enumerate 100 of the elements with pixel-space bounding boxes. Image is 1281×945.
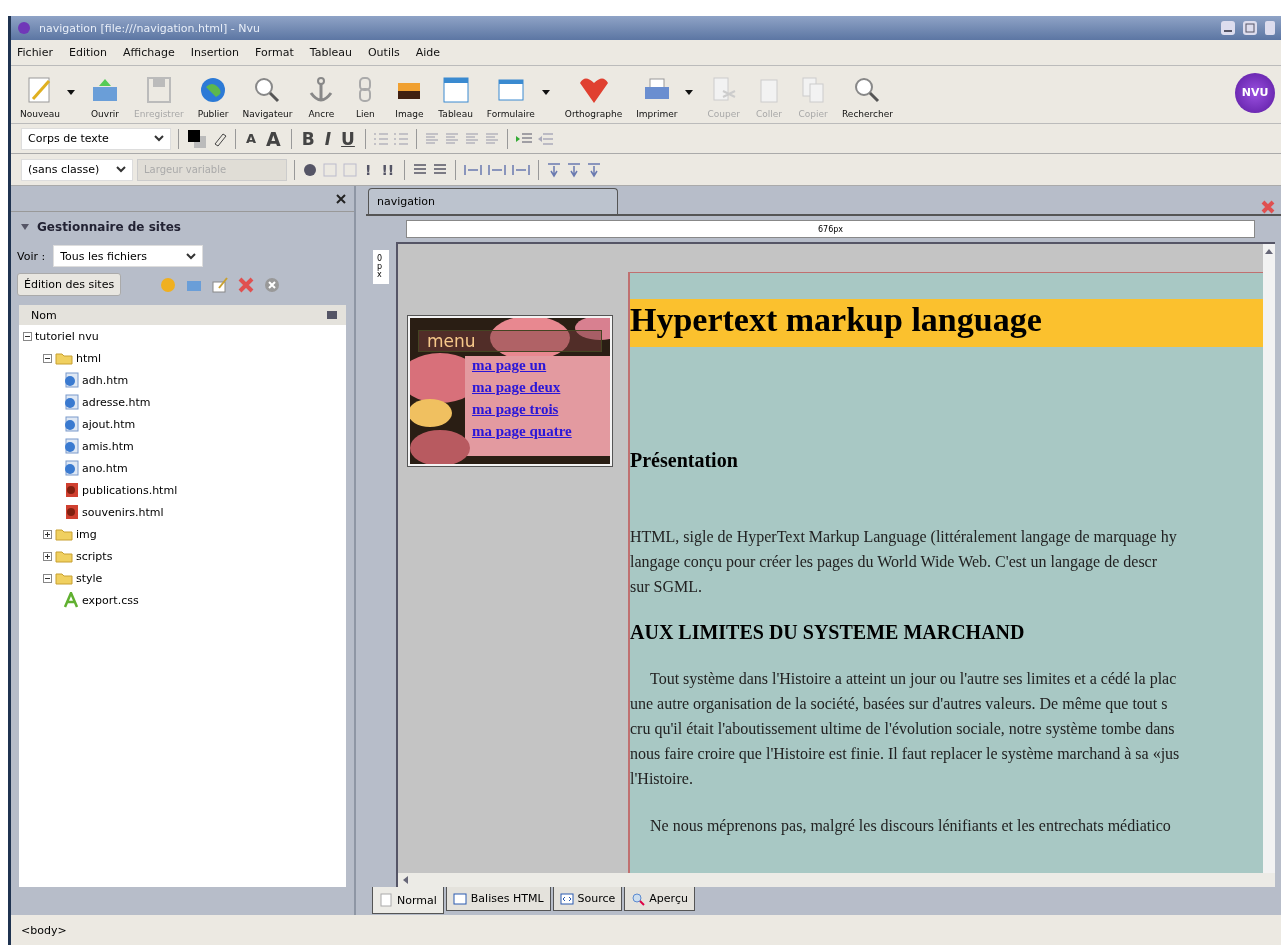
menu-item[interactable]: Edition bbox=[68, 46, 107, 59]
menu-item[interactable]: Fichier bbox=[17, 46, 53, 59]
indent-icon bbox=[514, 131, 533, 146]
view-select[interactable]: Tous les fichiers bbox=[53, 245, 204, 267]
web-page-icon bbox=[63, 460, 79, 476]
page-link[interactable]: ma page deux bbox=[418, 376, 602, 398]
text-line: sur SGML. bbox=[630, 577, 703, 597]
align-left-icon bbox=[423, 131, 440, 146]
line-height-icon bbox=[412, 162, 429, 177]
tree-item[interactable]: tutoriel nvu bbox=[35, 329, 99, 343]
text-line: l'Histoire. bbox=[630, 769, 694, 789]
web-page-icon bbox=[63, 416, 79, 432]
toolbar-button[interactable]: Tableau bbox=[431, 75, 480, 119]
important-button[interactable]: ! bbox=[362, 161, 375, 178]
tree-item[interactable]: souvenirs.html bbox=[82, 505, 164, 519]
tree-item[interactable]: html bbox=[76, 351, 102, 365]
tree-item[interactable]: img bbox=[76, 527, 97, 541]
page-link[interactable]: ma page trois bbox=[418, 398, 602, 420]
tree-item[interactable]: amis.htm bbox=[82, 439, 134, 453]
spacing-icon bbox=[511, 162, 532, 177]
code-icon bbox=[559, 891, 574, 906]
chevron-down-icon bbox=[154, 135, 164, 142]
table-cell-icon bbox=[452, 891, 467, 906]
view-mode-tab[interactable]: Balises HTML bbox=[445, 887, 551, 911]
tree-item[interactable]: adresse.htm bbox=[82, 395, 151, 409]
font-smaller-button[interactable]: A bbox=[243, 131, 260, 146]
page-icon bbox=[379, 893, 393, 907]
menu-item[interactable]: Insertion bbox=[190, 46, 239, 59]
menu-item[interactable]: Outils bbox=[367, 46, 400, 59]
toolbar-button[interactable]: Navigateur bbox=[235, 75, 300, 119]
view-mode-tab[interactable]: Normal bbox=[372, 887, 444, 914]
tree-item[interactable]: scripts bbox=[76, 549, 113, 563]
toolbar-button[interactable]: Orthographe bbox=[557, 75, 630, 119]
toolbar-button[interactable]: Rechercher bbox=[835, 75, 900, 119]
document-tab[interactable]: navigation bbox=[368, 188, 618, 214]
tree-item[interactable]: ano.htm bbox=[82, 461, 128, 475]
menu-item[interactable]: Aide bbox=[415, 46, 441, 59]
bold-button[interactable]: B bbox=[298, 128, 318, 149]
scroll-up-icon bbox=[1265, 248, 1273, 254]
web-page-icon bbox=[63, 394, 79, 410]
menu-item[interactable]: Affichage bbox=[123, 46, 175, 59]
spacing-icon bbox=[463, 162, 484, 177]
underline-button[interactable]: U bbox=[338, 128, 358, 149]
text-line: langage conçu pour créer les pages du World Wide Web. C'est un langage de descr bbox=[630, 552, 1159, 573]
stop-icon bbox=[263, 275, 282, 294]
table-icon bbox=[440, 75, 471, 105]
spacing-icon bbox=[487, 162, 508, 177]
expand-icon bbox=[43, 529, 52, 539]
align-middle-icon bbox=[566, 161, 583, 178]
justify-icon bbox=[483, 131, 500, 146]
page-link[interactable]: ma page quatre bbox=[418, 420, 602, 442]
tree-item[interactable]: export.css bbox=[82, 593, 139, 607]
folder-icon bbox=[55, 549, 73, 563]
text-line: HTML, sigle de HyperText Markup Language (littéralement langage de marquage hy bbox=[630, 527, 1178, 548]
panel-title: Gestionnaire de sites bbox=[37, 220, 181, 234]
text-line: Tout système dans l'Histoire a atteint un jour ou l'autre ses limites et a cédé la plac bbox=[649, 669, 1178, 690]
tree-item[interactable]: ajout.htm bbox=[82, 417, 136, 431]
view-mode-tab[interactable]: Aperçu bbox=[624, 887, 695, 911]
menu-item[interactable]: Tableau bbox=[309, 46, 352, 59]
toolbar-button[interactable]: Image bbox=[387, 75, 432, 119]
text-line: cru qu'il était l'aboutissement ultime de l'évolution sociale, notre système tombe dans bbox=[630, 719, 1176, 740]
tree-item[interactable]: publications.html bbox=[82, 483, 178, 497]
collapse-triangle-icon bbox=[21, 224, 29, 230]
folder-icon bbox=[55, 351, 73, 365]
tree-item[interactable]: style bbox=[76, 571, 103, 585]
text-line: nous faire croire que l'Histoire est finie. Il faut replacer le système marchand à sa «jus bbox=[630, 744, 1181, 765]
view-mode-tab[interactable]: Source bbox=[552, 887, 623, 911]
height-ruler: 0px bbox=[373, 250, 389, 284]
paragraph-style-select[interactable]: Corps de texte bbox=[21, 127, 171, 150]
nvu-logo: NVU bbox=[1235, 72, 1275, 113]
dropdown-caret-icon[interactable] bbox=[541, 90, 550, 95]
chevron-down-icon bbox=[186, 252, 197, 260]
page-link[interactable]: ma page un bbox=[418, 354, 602, 376]
toolbar-button[interactable]: Ouvrir bbox=[83, 75, 128, 119]
scroll-left-icon bbox=[402, 876, 408, 884]
class-select[interactable]: (sans classe) bbox=[21, 158, 133, 181]
tree-item[interactable]: adh.htm bbox=[82, 373, 129, 387]
align-bottom-icon bbox=[586, 161, 603, 178]
folder-icon bbox=[55, 571, 73, 585]
dropdown-caret-icon[interactable] bbox=[67, 90, 76, 95]
align-top-icon bbox=[546, 161, 563, 178]
important-button[interactable]: !! bbox=[378, 161, 398, 178]
web-page-icon bbox=[63, 504, 79, 520]
toolbar-button[interactable]: Nouveau bbox=[13, 75, 68, 119]
column-header[interactable]: Nom bbox=[31, 308, 57, 322]
toolbar-button[interactable]: Formulaire bbox=[479, 75, 542, 119]
font-larger-button[interactable]: A bbox=[263, 127, 284, 150]
toolbar-button[interactable]: Ancre bbox=[299, 75, 344, 119]
edit-sites-button[interactable]: Édition des sites bbox=[17, 273, 122, 296]
page-heading: Hypertext markup language bbox=[630, 299, 1263, 347]
menu-item[interactable]: Format bbox=[255, 46, 294, 59]
status-text: <body> bbox=[21, 923, 67, 937]
italic-button[interactable]: I bbox=[321, 128, 335, 149]
dropdown-caret-icon[interactable] bbox=[684, 90, 693, 95]
toolbar-button[interactable]: Publier bbox=[190, 75, 236, 119]
toolbar-button[interactable]: Lien bbox=[343, 75, 388, 119]
view-label: Voir : bbox=[17, 249, 46, 263]
toolbar-button[interactable]: Imprimer bbox=[629, 75, 685, 119]
align-right-icon bbox=[463, 131, 480, 146]
app-icon bbox=[17, 21, 31, 35]
